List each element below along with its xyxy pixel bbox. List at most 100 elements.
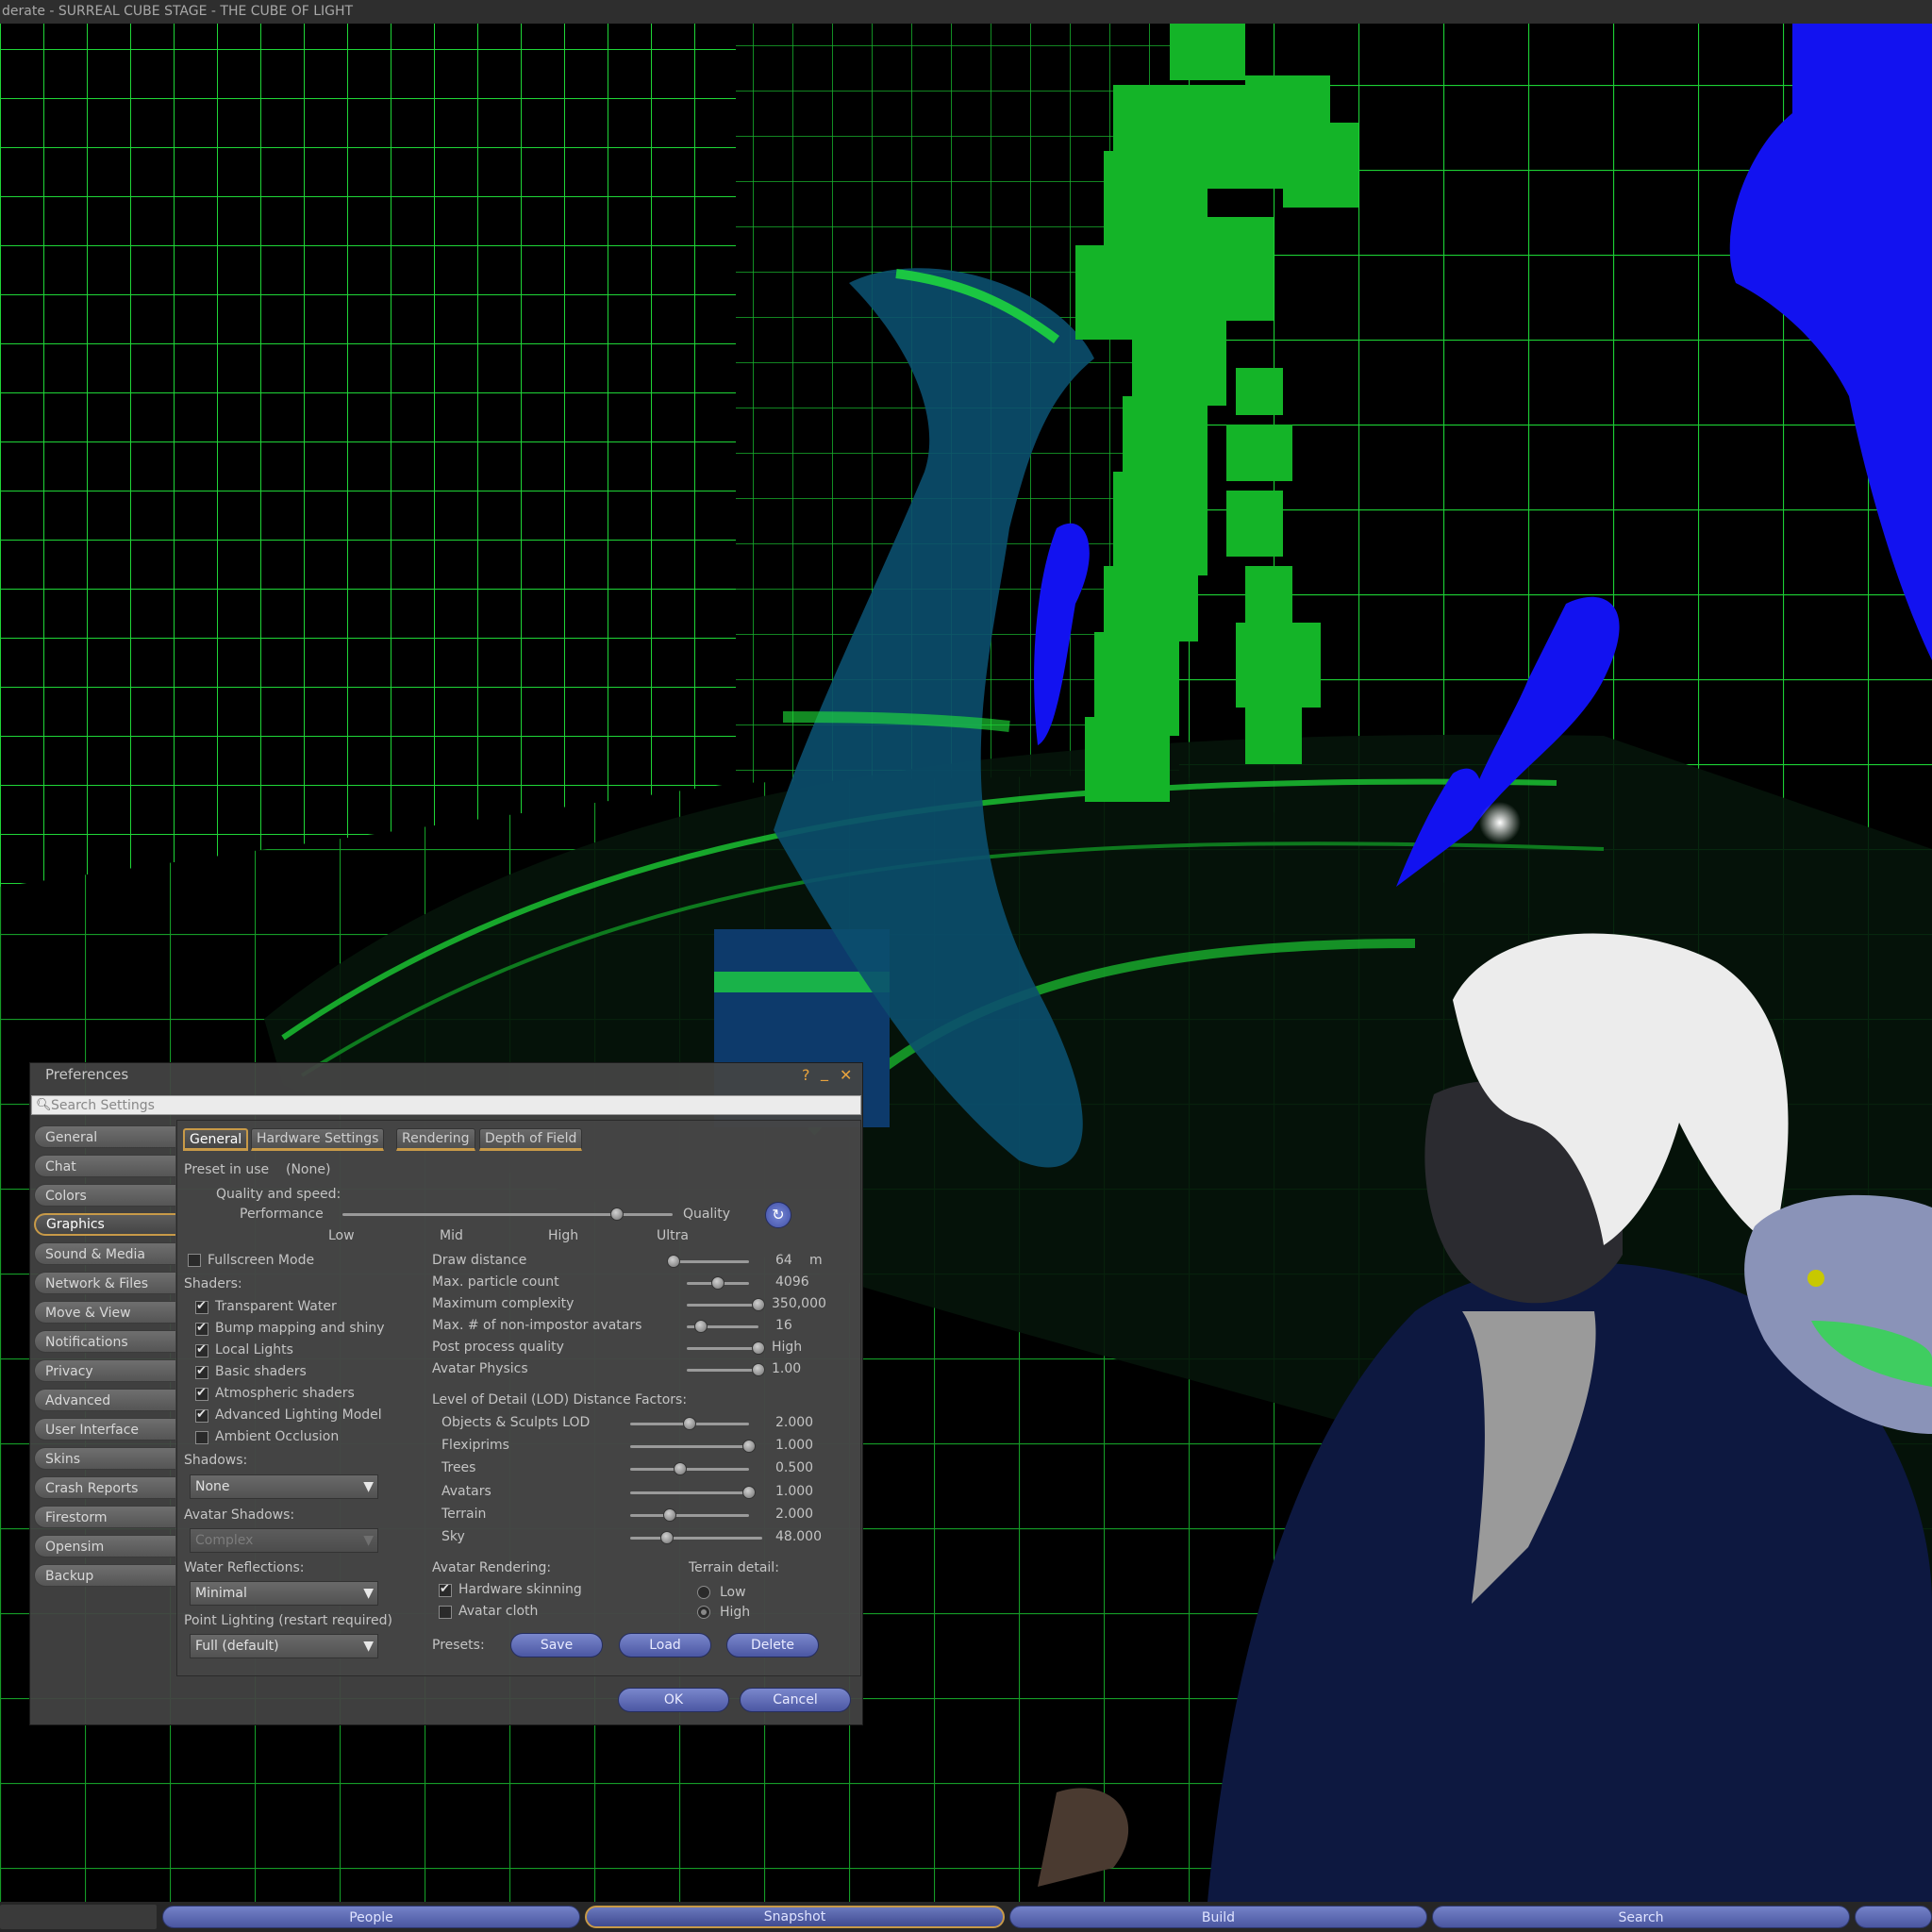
post-process-slider[interactable] — [687, 1341, 765, 1355]
sidebar-item-general[interactable]: General — [34, 1125, 175, 1148]
snapshot-button[interactable]: Snapshot — [585, 1906, 1005, 1928]
preset-save-button[interactable]: Save — [510, 1633, 603, 1657]
avatar-physics-label: Avatar Physics — [432, 1361, 528, 1376]
sidebar-item-graphics[interactable]: Graphics — [34, 1213, 175, 1236]
sidebar-item-skins[interactable]: Skins — [34, 1447, 175, 1470]
minimize-icon[interactable]: _ — [821, 1065, 828, 1080]
sidebar-item-sound-media[interactable]: Sound & Media — [34, 1242, 175, 1265]
point-lighting-value: Full (default) — [195, 1639, 279, 1654]
max-complexity-value: 350,000 — [772, 1296, 826, 1311]
fullscreen-label: Fullscreen Mode — [208, 1253, 315, 1268]
lod-flexiprims-label: Flexiprims — [441, 1438, 509, 1453]
terrain-high-radio[interactable] — [697, 1606, 710, 1619]
fullscreen-checkbox[interactable] — [188, 1254, 201, 1267]
ambient-occlusion-checkbox[interactable] — [195, 1431, 208, 1444]
max-complexity-slider[interactable] — [687, 1298, 765, 1311]
avatar-rendering-label: Avatar Rendering: — [432, 1560, 552, 1575]
tab-hardware-settings[interactable]: Hardware Settings — [251, 1128, 385, 1151]
sidebar-item-advanced[interactable]: Advanced — [34, 1389, 175, 1411]
draw-distance-slider[interactable] — [667, 1255, 749, 1268]
close-icon[interactable]: ✕ — [840, 1068, 852, 1083]
sidebar-item-notifications[interactable]: Notifications — [34, 1330, 175, 1353]
preset-load-button[interactable]: Load — [619, 1633, 711, 1657]
quality-label: Quality — [683, 1207, 731, 1222]
tab-general[interactable]: General — [183, 1128, 249, 1151]
terrain-low-label: Low — [720, 1585, 746, 1600]
sidebar-item-colors[interactable]: Colors — [34, 1184, 175, 1207]
lod-flexiprims-slider[interactable] — [630, 1440, 756, 1453]
draw-distance-label: Draw distance — [432, 1253, 527, 1268]
shadows-dropdown[interactable]: None ▼ — [190, 1474, 378, 1499]
refresh-icon[interactable]: ↻ — [765, 1202, 791, 1228]
quality-speed-slider[interactable] — [342, 1208, 673, 1221]
preset-label: Preset in use — [184, 1162, 270, 1177]
preset-delete-button[interactable]: Delete — [726, 1633, 819, 1657]
lod-sky-slider[interactable] — [630, 1531, 762, 1544]
basic-shaders-checkbox[interactable] — [195, 1364, 208, 1379]
search-input[interactable] — [51, 1097, 843, 1113]
lod-sky-value: 48.000 — [775, 1529, 822, 1544]
water-reflections-dropdown[interactable]: Minimal ▼ — [190, 1581, 378, 1606]
transparent-water-checkbox[interactable] — [195, 1299, 208, 1314]
tab-rendering[interactable]: Rendering — [396, 1128, 475, 1151]
avatar-cloth-checkbox[interactable] — [439, 1606, 452, 1619]
sidebar-item-network-files[interactable]: Network & Files — [34, 1272, 175, 1294]
build-button[interactable]: Build — [1009, 1906, 1427, 1928]
particle-count-slider[interactable] — [687, 1276, 749, 1290]
ambient-occlusion-label: Ambient Occlusion — [215, 1429, 340, 1444]
point-lighting-dropdown[interactable]: Full (default) ▼ — [190, 1634, 378, 1658]
bottom-toolbar: People Snapshot Build Search — [0, 1902, 1932, 1932]
local-lights-checkbox[interactable] — [195, 1342, 208, 1357]
lod-objects-slider[interactable] — [630, 1417, 749, 1430]
sidebar-item-move-view[interactable]: Move & View — [34, 1301, 175, 1324]
avatar-physics-slider[interactable] — [687, 1363, 765, 1376]
hardware-skinning-checkbox[interactable] — [439, 1582, 452, 1597]
sidebar-item-opensim[interactable]: Opensim — [34, 1535, 175, 1557]
preferences-title: Preferences — [45, 1066, 129, 1083]
toolbar-overflow-button[interactable] — [1855, 1906, 1932, 1928]
avatar-shadows-dropdown: Complex ▼ — [190, 1528, 378, 1553]
people-button[interactable]: People — [162, 1906, 580, 1928]
non-impostor-slider[interactable] — [687, 1320, 758, 1333]
point-lighting-label: Point Lighting (restart required) — [184, 1613, 392, 1628]
non-impostor-label: Max. # of non-impostor avatars — [432, 1318, 642, 1333]
atmospheric-shaders-label: Atmospheric shaders — [215, 1386, 355, 1401]
sidebar-item-crash-reports[interactable]: Crash Reports — [34, 1476, 175, 1499]
search-button[interactable]: Search — [1432, 1906, 1850, 1928]
quality-tick-low: Low — [328, 1228, 355, 1243]
quality-tick-mid: Mid — [440, 1228, 463, 1243]
sidebar-item-backup[interactable]: Backup — [34, 1564, 175, 1587]
shadows-label: Shadows: — [184, 1453, 248, 1468]
search-settings-field[interactable]: 🔍︎ — [31, 1095, 861, 1115]
advanced-lighting-label: Advanced Lighting Model — [215, 1407, 382, 1423]
quality-speed-label: Quality and speed: — [216, 1187, 341, 1202]
avatar-shadows-label: Avatar Shadows: — [184, 1507, 295, 1523]
bump-mapping-checkbox[interactable] — [195, 1321, 208, 1336]
tab-depth-of-field[interactable]: Depth of Field — [479, 1128, 583, 1151]
water-reflections-label: Water Reflections: — [184, 1560, 305, 1575]
lod-trees-slider[interactable] — [630, 1462, 749, 1475]
particle-count-value: 4096 — [775, 1274, 809, 1290]
atmospheric-shaders-checkbox[interactable] — [195, 1386, 208, 1401]
lod-avatars-slider[interactable] — [630, 1486, 756, 1499]
lod-terrain-label: Terrain — [441, 1507, 487, 1522]
quality-slider-knob[interactable] — [609, 1208, 624, 1221]
preferences-window: Preferences ? _ ✕ 🔍︎ General Chat Colors… — [29, 1062, 863, 1725]
lod-terrain-slider[interactable] — [630, 1508, 749, 1522]
ok-button[interactable]: OK — [618, 1688, 729, 1712]
chevron-down-icon: ▼ — [363, 1479, 374, 1494]
transparent-water-label: Transparent Water — [215, 1299, 337, 1314]
chevron-down-icon: ▼ — [363, 1586, 374, 1601]
help-icon[interactable]: ? — [802, 1068, 810, 1083]
sidebar-item-firestorm[interactable]: Firestorm — [34, 1506, 175, 1528]
sidebar-item-chat[interactable]: Chat — [34, 1155, 175, 1177]
hardware-skinning-label: Hardware skinning — [458, 1582, 582, 1597]
shaders-label: Shaders: — [184, 1276, 242, 1291]
sidebar-item-privacy[interactable]: Privacy — [34, 1359, 175, 1382]
chevron-down-icon: ▼ — [363, 1639, 374, 1654]
lod-objects-value: 2.000 — [775, 1415, 814, 1430]
cancel-button[interactable]: Cancel — [740, 1688, 851, 1712]
advanced-lighting-checkbox[interactable] — [195, 1407, 208, 1423]
terrain-low-radio[interactable] — [697, 1586, 710, 1599]
sidebar-item-user-interface[interactable]: User Interface — [34, 1418, 175, 1441]
